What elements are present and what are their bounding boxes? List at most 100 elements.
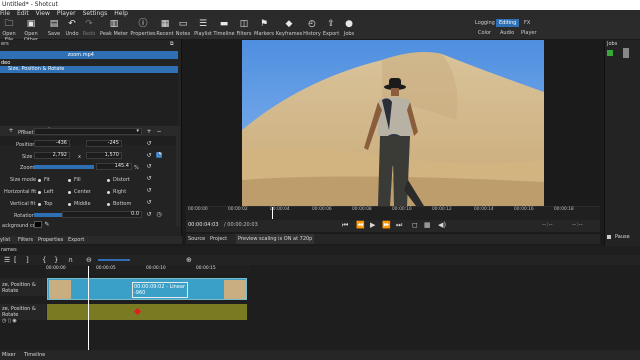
tab-source[interactable]: Source — [188, 234, 205, 244]
dock-float-icon[interactable]: ⧉ — [170, 41, 174, 47]
delete-preset-icon[interactable]: − — [156, 129, 162, 135]
undo-button[interactable]: ↶ Undo — [64, 19, 80, 37]
in-point-icon[interactable]: --:-- — [542, 221, 553, 228]
reset-size-icon[interactable]: ↺ — [146, 153, 152, 159]
size-height-field[interactable]: 1,570 — [86, 152, 122, 159]
zoom-field[interactable]: 145.4 — [96, 163, 132, 170]
vfit-top-radio[interactable] — [38, 203, 41, 206]
tab-playlist[interactable]: ylist — [0, 236, 10, 244]
hfit-right-radio[interactable] — [107, 191, 110, 194]
timeline-playhead[interactable] — [88, 266, 89, 350]
reset-size-mode-icon[interactable]: ↺ — [146, 176, 152, 182]
keyframe-marker[interactable] — [133, 307, 142, 316]
peak-meter-button[interactable]: ▥ Peak Meter — [100, 19, 128, 37]
timeline-button[interactable]: ▬ Timeline — [213, 19, 235, 37]
video-frame[interactable] — [242, 40, 544, 206]
reset-rotation-icon[interactable]: ↺ — [146, 212, 152, 218]
position-x-field[interactable]: -436 — [34, 140, 70, 147]
skip-to-start-icon[interactable]: ⏮ — [342, 221, 348, 230]
layout-audio[interactable]: Audio — [497, 29, 517, 37]
seek-previous-icon[interactable]: [ — [14, 256, 17, 264]
save-preset-icon[interactable]: + — [146, 129, 152, 135]
properties-button[interactable]: ⓘ Properties — [130, 19, 156, 37]
fast-forward-icon[interactable]: ⏩ — [382, 221, 391, 229]
menu-settings[interactable]: Settings — [83, 10, 108, 18]
history-button[interactable]: ◴ History — [303, 19, 321, 37]
playlist-button[interactable]: ☰ Playlist — [193, 19, 213, 37]
reset-zoom-icon[interactable]: ↺ — [146, 164, 152, 170]
size-mode-fit-radio[interactable] — [38, 179, 41, 182]
skip-to-end-icon[interactable]: ⏭ — [396, 221, 402, 230]
tab-export[interactable]: Export — [68, 236, 84, 244]
zoom-out-icon[interactable]: ⊖ — [86, 256, 92, 264]
hfit-center-radio[interactable] — [68, 191, 71, 194]
video-clip[interactable]: 00:00:09:02 - Linear -960 — [47, 278, 247, 300]
viewer-ruler[interactable]: 00:00:00 00:00:02 00:00:04 00:00:06 00:0… — [186, 206, 600, 220]
preset-dropdown[interactable]: ▾ — [34, 128, 142, 135]
rotation-field[interactable]: 0.0 — [62, 211, 142, 218]
volume-icon[interactable]: ◀) — [438, 221, 446, 229]
current-timecode[interactable]: 00:00:04:03 — [188, 222, 219, 228]
jobs-button[interactable]: ● Jobs — [341, 19, 357, 37]
layout-player[interactable]: Player — [518, 29, 540, 37]
position-y-field[interactable]: -245 — [86, 140, 122, 147]
add-filter-icon[interactable]: + — [8, 128, 14, 134]
color-picker-icon[interactable]: ✎ — [44, 222, 50, 228]
clock-icon[interactable]: ◷ — [2, 318, 6, 324]
size-mode-distort-radio[interactable] — [107, 179, 110, 182]
reset-position-icon[interactable]: ↺ — [146, 141, 152, 147]
size-width-field[interactable]: 2,792 — [34, 152, 70, 159]
viewer-playhead[interactable] — [272, 207, 273, 219]
layout-editing[interactable]: Editing — [496, 19, 520, 27]
save-button[interactable]: ▤ Save — [46, 19, 62, 37]
rotation-keyframe-icon[interactable]: ◷ — [156, 212, 162, 218]
background-color-swatch[interactable] — [34, 221, 42, 228]
grid-icon[interactable]: ▦ — [424, 221, 431, 229]
redo-button[interactable]: ↷ Redo — [81, 19, 97, 37]
zoom-slider[interactable] — [98, 259, 130, 261]
toggle-zoom-icon[interactable]: ◻ — [412, 221, 418, 229]
keyframe-next-icon[interactable]: } — [54, 256, 58, 264]
snap-icon[interactable]: ∩ — [68, 256, 73, 264]
jobs-scrollbar[interactable] — [623, 48, 629, 58]
layout-fx[interactable]: FX — [521, 19, 533, 27]
layout-color[interactable]: Color — [475, 29, 494, 37]
rewind-icon[interactable]: ⏪ — [356, 221, 365, 229]
reset-hfit-icon[interactable]: ↺ — [146, 188, 152, 194]
selected-filter-item[interactable]: Size, Position & Rotate — [0, 66, 178, 73]
seek-next-icon[interactable]: ] — [26, 256, 29, 264]
menu-icon[interactable]: ☰ — [4, 256, 10, 264]
tab-filters[interactable]: Filters — [18, 236, 33, 244]
menu-edit[interactable]: Edit — [17, 10, 29, 18]
tab-properties[interactable]: Properties — [38, 236, 63, 244]
pause-checkbox[interactable] — [607, 235, 611, 239]
keyframe-prev-icon[interactable]: { — [42, 256, 46, 264]
zoom-slider[interactable] — [34, 165, 94, 169]
vfit-middle-radio[interactable] — [68, 203, 71, 206]
keyframe-toggle-icon[interactable]: ◔ — [156, 152, 162, 158]
vfit-bottom-radio[interactable] — [107, 203, 110, 206]
tab-mixer[interactable]: Mixer — [2, 350, 16, 360]
filters-button[interactable]: ◫ Filters — [235, 19, 253, 37]
recent-button[interactable]: ▦ Recent — [156, 19, 174, 37]
notes-button[interactable]: ▭ Notes — [175, 19, 191, 37]
menu-player[interactable]: Player — [57, 10, 76, 18]
reset-vfit-icon[interactable]: ↺ — [146, 200, 152, 206]
menu-view[interactable]: View — [36, 10, 50, 18]
tab-timeline[interactable]: Timeline — [24, 350, 45, 360]
size-mode-fill-radio[interactable] — [68, 179, 71, 182]
export-button[interactable]: ⇪ Export — [322, 19, 340, 37]
layout-logging[interactable]: Logging — [472, 19, 498, 27]
rotation-slider[interactable] — [34, 213, 62, 217]
keyframes-button[interactable]: ◆ Keyframes — [275, 19, 303, 37]
zoom-in-icon[interactable]: ⊕ — [186, 256, 192, 264]
track-header[interactable]: ze, Position & Rotate — [0, 278, 46, 296]
timeline-ruler[interactable]: 00:00:00 00:00:05 00:00:10 00:00:15 — [46, 265, 250, 275]
keyframe-track-header[interactable]: ze, Position & Rotate ◷ ▯ ◉ — [0, 304, 46, 324]
lock-icon[interactable]: ▯ — [8, 318, 11, 324]
hfit-left-radio[interactable] — [38, 191, 41, 194]
eye-icon[interactable]: ◉ — [12, 318, 16, 324]
tab-project[interactable]: Project — [210, 234, 227, 244]
panel-scrollbar[interactable] — [176, 126, 180, 226]
menu-file[interactable]: File — [0, 10, 10, 18]
